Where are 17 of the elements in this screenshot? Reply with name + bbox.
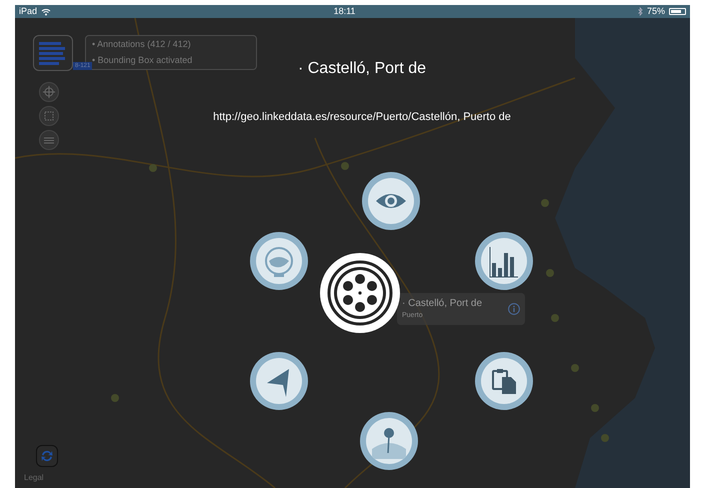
callout-title: · Castelló, Port de bbox=[402, 297, 482, 312]
legal-link[interactable]: Legal bbox=[24, 473, 44, 483]
film-reel-icon bbox=[327, 260, 393, 326]
resource-uri: http://geo.linkeddata.es/resource/Puerto/Castellón, Puerto de bbox=[212, 110, 512, 125]
battery-percent: 75% bbox=[646, 5, 665, 18]
info-line: • Annotations (412 / 412) bbox=[92, 38, 192, 51]
status-time: 18:11 bbox=[334, 5, 356, 18]
device-name: iPad bbox=[19, 5, 38, 18]
list-icon bbox=[39, 42, 65, 64]
wifi-icon bbox=[41, 8, 52, 16]
bluetooth-icon bbox=[638, 7, 643, 16]
battery-icon bbox=[668, 8, 686, 15]
refresh-button[interactable] bbox=[36, 445, 58, 467]
crosshair-icon bbox=[41, 84, 57, 100]
refresh-icon bbox=[40, 449, 54, 463]
info-line: • Bounding Box activated bbox=[92, 54, 194, 67]
location-title: · Castelló, Port de bbox=[296, 59, 428, 79]
